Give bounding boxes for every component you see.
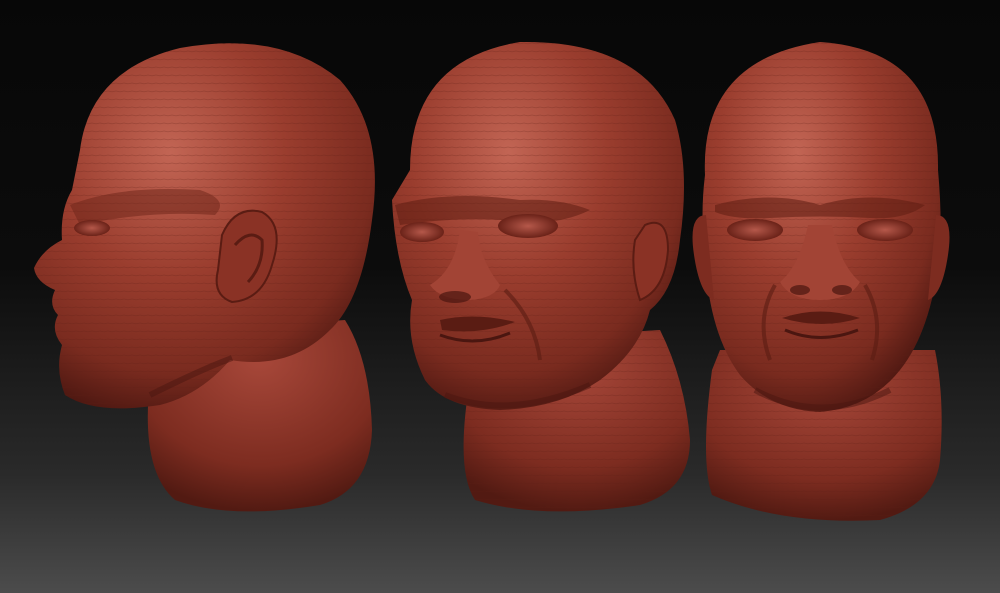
head-three-quarter-view	[392, 41, 690, 512]
head-sculpt-render	[34, 41, 950, 521]
sculpt-viewport	[0, 0, 1000, 593]
head-side-view	[34, 43, 375, 512]
head-front-view	[692, 42, 950, 521]
